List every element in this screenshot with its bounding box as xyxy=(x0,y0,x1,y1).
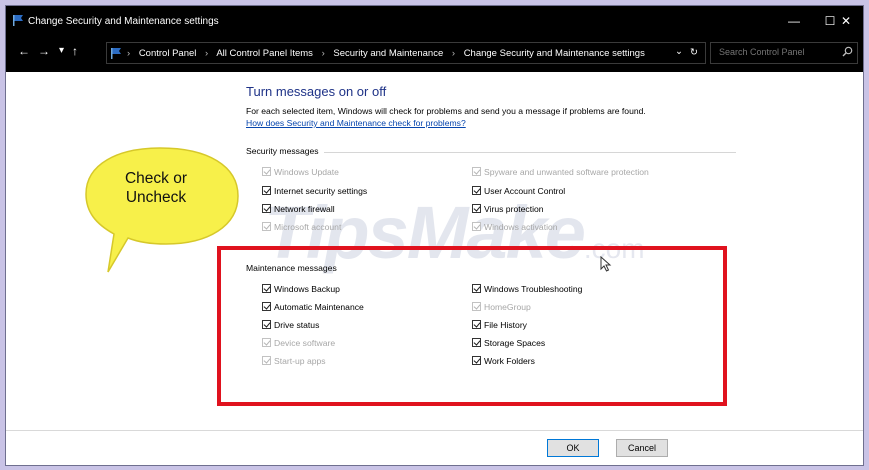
address-bar: ← → ▾ ↑ › Control Panel › All Control Pa… xyxy=(6,36,863,72)
windows-update-checkbox[interactable]: Windows Update xyxy=(262,167,339,177)
page-description: For each selected item, Windows will che… xyxy=(246,106,646,116)
checkbox-box xyxy=(262,204,271,213)
breadcrumb-separator: › xyxy=(205,48,209,59)
checkbox-box xyxy=(472,167,481,176)
breadcrumb-current-page[interactable]: Change Security and Maintenance settings xyxy=(464,48,645,59)
checkbox-box xyxy=(262,222,271,231)
search-box xyxy=(710,42,858,64)
control-panel-flag-icon xyxy=(13,15,23,26)
breadcrumb-all-items[interactable]: All Control Panel Items xyxy=(216,48,313,59)
window-title: Change Security and Maintenance settings xyxy=(28,16,219,27)
checkbox-label: Windows Update xyxy=(274,167,339,177)
breadcrumb-separator: › xyxy=(127,48,131,59)
microsoft-account-checkbox[interactable]: Microsoft account xyxy=(262,222,341,232)
help-link[interactable]: How does Security and Maintenance check … xyxy=(246,118,466,128)
checkbox-label: Virus protection xyxy=(484,204,544,214)
network-firewall-checkbox[interactable]: Network firewall xyxy=(262,204,335,214)
up-arrow-icon[interactable]: ↑ xyxy=(72,44,78,58)
checkbox-box xyxy=(472,204,481,213)
checkbox-label: User Account Control xyxy=(484,186,566,196)
breadcrumb-separator: › xyxy=(321,48,325,59)
virus-protection-checkbox[interactable]: Virus protection xyxy=(472,204,544,214)
forward-arrow-icon[interactable]: → xyxy=(38,44,50,58)
control-panel-flag-icon xyxy=(111,48,121,59)
user-account-control-checkbox[interactable]: User Account Control xyxy=(472,186,565,196)
control-panel-window: Change Security and Maintenance settings… xyxy=(5,5,864,466)
search-input[interactable] xyxy=(717,46,839,58)
ok-button[interactable]: OK xyxy=(547,439,599,457)
breadcrumb[interactable]: › Control Panel › All Control Panel Item… xyxy=(106,42,706,64)
highlight-box xyxy=(217,246,727,406)
checkbox-label: Spyware and unwanted software protection xyxy=(484,167,649,177)
callout-text: Check or Uncheck xyxy=(101,169,211,207)
checkbox-label: Internet security settings xyxy=(274,186,368,196)
search-icon[interactable] xyxy=(842,46,853,57)
checkbox-box xyxy=(472,222,481,231)
checkbox-label: Windows activation xyxy=(484,222,558,232)
spyware-protection-checkbox[interactable]: Spyware and unwanted software protection xyxy=(472,167,649,177)
callout-line-2: Uncheck xyxy=(125,189,187,206)
title-bar: Change Security and Maintenance settings… xyxy=(6,6,863,36)
page-title: Turn messages on or off xyxy=(246,84,387,99)
breadcrumb-separator: › xyxy=(451,48,456,59)
callout-line-1: Check or xyxy=(124,170,188,187)
close-button[interactable]: ✕ xyxy=(828,6,863,36)
internet-security-checkbox[interactable]: Internet security settings xyxy=(262,186,367,196)
dialog-footer: OK Cancel xyxy=(6,430,863,465)
breadcrumb-control-panel[interactable]: Control Panel xyxy=(139,48,197,59)
breadcrumb-security-maintenance[interactable]: Security and Maintenance xyxy=(333,48,443,59)
checkbox-box xyxy=(262,167,271,176)
chevron-down-icon[interactable]: ⌄ xyxy=(675,46,683,57)
windows-activation-checkbox[interactable]: Windows activation xyxy=(472,222,558,232)
security-divider xyxy=(324,152,736,153)
cancel-button[interactable]: Cancel xyxy=(616,439,668,457)
checkbox-label: Microsoft account xyxy=(274,222,342,232)
minimize-button[interactable]: — xyxy=(776,6,812,36)
checkbox-box xyxy=(472,186,481,195)
recent-locations-icon[interactable]: ▾ xyxy=(59,45,64,56)
checkbox-label: Network firewall xyxy=(274,204,335,214)
back-arrow-icon[interactable]: ← xyxy=(18,44,30,58)
checkbox-box xyxy=(262,186,271,195)
refresh-icon[interactable]: ↻ xyxy=(690,47,698,58)
